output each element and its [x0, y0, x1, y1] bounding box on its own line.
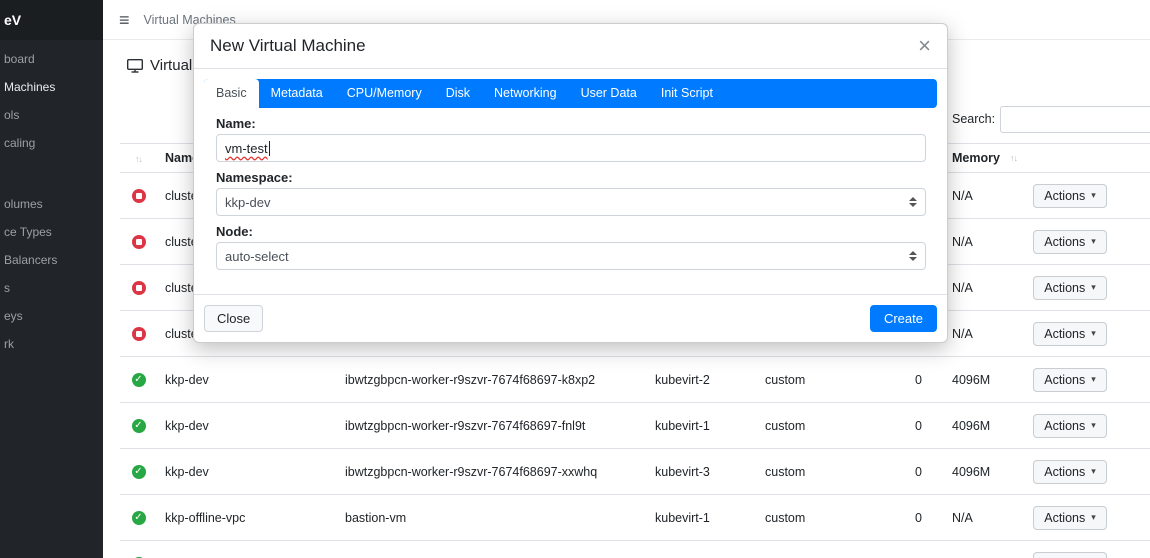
- tab-metadata[interactable]: Metadata: [259, 79, 335, 108]
- table-row: ✓ kkp-dev ibwtzgbpcn-worker-r9szvr-7674f6…: [120, 356, 1150, 403]
- header-filler: [1115, 143, 1150, 173]
- search-input[interactable]: [1000, 106, 1150, 133]
- sidebar-item-pools[interactable]: ols: [0, 101, 103, 129]
- status-stopped-icon: [131, 234, 146, 249]
- modal-header: New Virtual Machine ×: [194, 24, 947, 69]
- new-vm-modal: New Virtual Machine × Basic Metadata CPU…: [193, 23, 948, 343]
- actions-button[interactable]: Actions▾: [1033, 413, 1107, 438]
- name-label: Name:: [216, 116, 256, 131]
- close-button[interactable]: Close: [204, 305, 264, 332]
- namespace-select[interactable]: kkp-dev: [216, 188, 926, 216]
- sidebar-item-dashboard[interactable]: board: [0, 45, 103, 73]
- caret-down-icon: ▾: [1091, 190, 1096, 200]
- tab-init-script[interactable]: Init Script: [649, 79, 725, 108]
- tab-cpu-memory[interactable]: CPU/Memory: [335, 79, 434, 108]
- actions-button[interactable]: Actions▾: [1033, 183, 1107, 208]
- header-actions: [1025, 143, 1115, 173]
- modal-tab-bar: Basic Metadata CPU/Memory Disk Networkin…: [204, 79, 937, 108]
- modal-footer: Close Create: [194, 294, 947, 342]
- table-row: ✓ kkp-dev ibwtzgbpcn-worker-r9szvr-7674f6…: [120, 448, 1150, 495]
- caret-down-icon: ▾: [1091, 236, 1096, 246]
- actions-button[interactable]: Actions▾: [1033, 459, 1107, 484]
- caret-down-icon: ▾: [1091, 328, 1096, 338]
- name-input-value: vm-test: [225, 140, 268, 156]
- hamburger-menu-icon[interactable]: ≡: [119, 11, 130, 29]
- modal-body: Basic Metadata CPU/Memory Disk Networkin…: [194, 69, 947, 294]
- namespace-select-value: kkp-dev: [225, 194, 271, 210]
- sidebar-item-virtual-machines[interactable]: Machines: [0, 73, 103, 101]
- node-select-value: auto-select: [225, 248, 289, 264]
- text-cursor: [268, 140, 270, 156]
- header-status[interactable]: ↑↓: [120, 143, 157, 173]
- tab-disk[interactable]: Disk: [434, 79, 482, 108]
- status-running-icon: ✓: [131, 510, 146, 525]
- status-running-icon: ✓: [131, 372, 146, 387]
- tab-basic[interactable]: Basic: [204, 79, 259, 108]
- namespace-label: Namespace:: [216, 170, 293, 185]
- actions-button[interactable]: Actions▾: [1033, 275, 1107, 300]
- sidebar-item-ssh-keys[interactable]: eys: [0, 302, 103, 330]
- sidebar-item-instance-types[interactable]: ce Types: [0, 218, 103, 246]
- caret-down-icon: ▾: [1091, 512, 1096, 522]
- select-arrows-icon: [909, 197, 917, 207]
- select-arrows-icon: [909, 251, 917, 261]
- tab-networking[interactable]: Networking: [482, 79, 569, 108]
- actions-button[interactable]: Actions▾: [1033, 551, 1107, 558]
- caret-down-icon: ▾: [1091, 374, 1096, 384]
- table-row: ✓ kkp-offline-vpc bastion-vm kubevirt-1 cus…: [120, 494, 1150, 541]
- table-row: ✓ kkp-dev ibwtzgbpcn-worker-r9szvr-7674f6…: [120, 402, 1150, 449]
- actions-button[interactable]: Actions▾: [1033, 321, 1107, 346]
- sidebar-nav-main: board Machines ols caling: [0, 45, 103, 157]
- actions-button[interactable]: Actions▾: [1033, 505, 1107, 530]
- search-label: Search:: [952, 112, 996, 126]
- caret-down-icon: ▾: [1091, 420, 1096, 430]
- node-select[interactable]: auto-select: [216, 242, 926, 270]
- tab-user-data[interactable]: User Data: [569, 79, 649, 108]
- header-memory[interactable]: Memory ↑↓: [944, 143, 1025, 173]
- modal-title: New Virtual Machine: [210, 36, 366, 55]
- actions-button[interactable]: Actions▾: [1033, 367, 1107, 392]
- sort-icon: ↑↓: [135, 154, 143, 164]
- caret-down-icon: ▾: [1091, 466, 1096, 476]
- status-running-icon: ✓: [131, 464, 146, 479]
- sidebar-item-network[interactable]: rk: [0, 330, 103, 358]
- status-stopped-icon: [131, 280, 146, 295]
- sort-icon: ↑↓: [1010, 153, 1018, 163]
- status-stopped-icon: [131, 188, 146, 203]
- new-vm-form: Name: vm-test Namespace: kkp-dev Node: a…: [204, 116, 937, 270]
- app-brand: eV: [0, 0, 103, 40]
- create-button[interactable]: Create: [869, 305, 937, 332]
- node-label: Node:: [216, 224, 253, 239]
- table-row: ✓ kkp-offline-vpck1-workers-4kubevirt-3c…: [120, 540, 1150, 558]
- sidebar-item-scaling[interactable]: caling: [0, 129, 103, 157]
- sidebar-item-load-balancers[interactable]: Balancers: [0, 246, 103, 274]
- close-icon[interactable]: ×: [918, 35, 931, 57]
- actions-button[interactable]: Actions▾: [1033, 229, 1107, 254]
- sidebar-nav-secondary: olumes ce Types Balancers s eys rk: [0, 190, 103, 358]
- status-running-icon: ✓: [131, 418, 146, 433]
- sidebar-item-volumes[interactable]: olumes: [0, 190, 103, 218]
- sidebar-item-services[interactable]: s: [0, 274, 103, 302]
- status-stopped-icon: [131, 326, 146, 341]
- caret-down-icon: ▾: [1091, 282, 1096, 292]
- monitor-icon: [127, 58, 143, 73]
- sidebar: eV board Machines ols caling olumes ce T…: [0, 0, 103, 558]
- name-input[interactable]: vm-test: [216, 134, 926, 162]
